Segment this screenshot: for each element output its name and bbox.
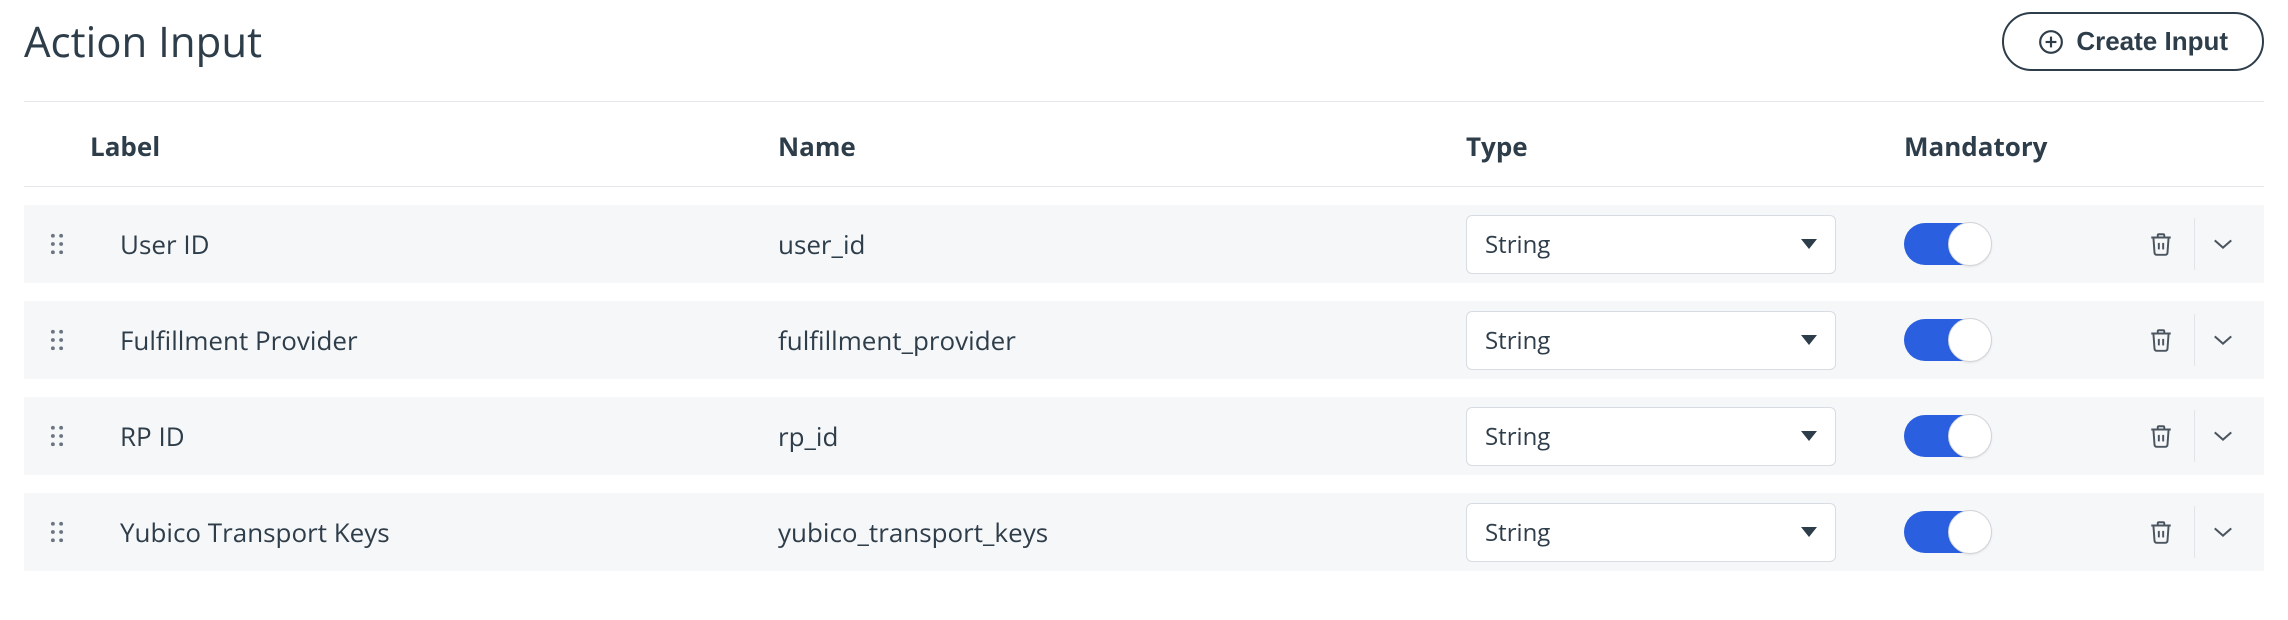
expand-button[interactable]: [2202, 314, 2244, 366]
th-name: Name: [778, 128, 1466, 164]
type-select-value: String: [1485, 228, 1550, 261]
drag-handle-icon[interactable]: [24, 329, 90, 351]
trash-icon: [2148, 326, 2174, 354]
mandatory-toggle[interactable]: [1904, 223, 1990, 265]
page-title: Action Input: [24, 13, 262, 70]
section-header: Action Input Create Input: [24, 0, 2264, 102]
chevron-down-icon: [2212, 525, 2234, 539]
input-row: Fulfillment Provider fulfillment_provide…: [24, 301, 2264, 379]
drag-handle-icon[interactable]: [24, 521, 90, 543]
type-select[interactable]: String: [1466, 503, 1836, 562]
mandatory-toggle[interactable]: [1904, 511, 1990, 553]
delete-button[interactable]: [2140, 314, 2182, 366]
chevron-down-icon: [1801, 335, 1817, 345]
row-label: Fulfillment Provider: [90, 322, 778, 358]
mandatory-toggle[interactable]: [1904, 415, 1990, 457]
trash-icon: [2148, 230, 2174, 258]
drag-handle-icon[interactable]: [24, 233, 90, 255]
drag-handle-icon[interactable]: [24, 425, 90, 447]
chevron-down-icon: [1801, 527, 1817, 537]
chevron-down-icon: [1801, 431, 1817, 441]
chevron-down-icon: [2212, 333, 2234, 347]
input-row: User ID user_id String: [24, 205, 2264, 283]
th-mandatory: Mandatory: [1904, 128, 2244, 164]
plus-circle-icon: [2038, 29, 2064, 55]
chevron-down-icon: [2212, 429, 2234, 443]
type-select[interactable]: String: [1466, 311, 1836, 370]
divider: [2194, 314, 2195, 366]
delete-button[interactable]: [2140, 506, 2182, 558]
input-row: Yubico Transport Keys yubico_transport_k…: [24, 493, 2264, 571]
row-name: yubico_transport_keys: [778, 514, 1466, 550]
create-input-button[interactable]: Create Input: [2002, 12, 2264, 71]
input-row: RP ID rp_id String: [24, 397, 2264, 475]
row-name: fulfillment_provider: [778, 322, 1466, 358]
expand-button[interactable]: [2202, 506, 2244, 558]
trash-icon: [2148, 518, 2174, 546]
type-select-value: String: [1485, 420, 1550, 453]
trash-icon: [2148, 422, 2174, 450]
delete-button[interactable]: [2140, 218, 2182, 270]
row-name: rp_id: [778, 418, 1466, 454]
create-input-label: Create Input: [2076, 26, 2228, 57]
divider: [2194, 506, 2195, 558]
row-label: Yubico Transport Keys: [90, 514, 778, 550]
chevron-down-icon: [2212, 237, 2234, 251]
row-label: RP ID: [90, 418, 778, 454]
row-label: User ID: [90, 226, 778, 262]
table-header: Label Name Type Mandatory: [24, 102, 2264, 187]
type-select[interactable]: String: [1466, 407, 1836, 466]
type-select-value: String: [1485, 516, 1550, 549]
type-select[interactable]: String: [1466, 215, 1836, 274]
th-label: Label: [90, 128, 778, 164]
th-type: Type: [1466, 128, 1904, 164]
chevron-down-icon: [1801, 239, 1817, 249]
divider: [2194, 218, 2195, 270]
mandatory-toggle[interactable]: [1904, 319, 1990, 361]
expand-button[interactable]: [2202, 218, 2244, 270]
delete-button[interactable]: [2140, 410, 2182, 462]
type-select-value: String: [1485, 324, 1550, 357]
expand-button[interactable]: [2202, 410, 2244, 462]
row-name: user_id: [778, 226, 1466, 262]
divider: [2194, 410, 2195, 462]
